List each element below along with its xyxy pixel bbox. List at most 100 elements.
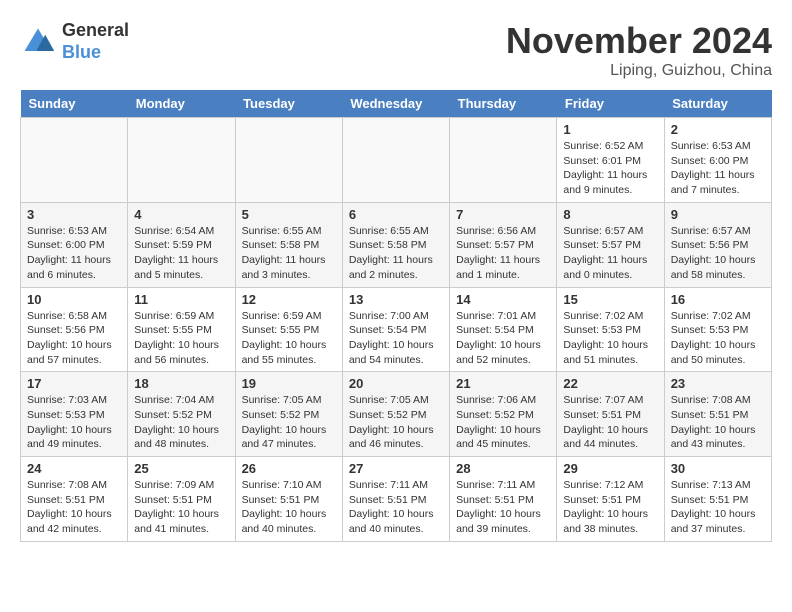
calendar-cell: 5 Sunrise: 6:55 AM Sunset: 5:58 PM Daylig… (235, 202, 342, 287)
day-number: 28 (456, 461, 550, 476)
day-info: Sunrise: 7:00 AM Sunset: 5:54 PM Dayligh… (349, 309, 443, 368)
day-number: 5 (242, 207, 336, 222)
day-info: Sunrise: 7:11 AM Sunset: 5:51 PM Dayligh… (456, 478, 550, 537)
calendar-cell: 30 Sunrise: 7:13 AM Sunset: 5:51 PM Dayli… (664, 457, 771, 542)
calendar-cell: 12 Sunrise: 6:59 AM Sunset: 5:55 PM Dayli… (235, 287, 342, 372)
day-number: 8 (563, 207, 657, 222)
calendar-cell: 4 Sunrise: 6:54 AM Sunset: 5:59 PM Daylig… (128, 202, 235, 287)
day-info: Sunrise: 7:13 AM Sunset: 5:51 PM Dayligh… (671, 478, 765, 537)
day-number: 20 (349, 376, 443, 391)
calendar-cell: 27 Sunrise: 7:11 AM Sunset: 5:51 PM Dayli… (342, 457, 449, 542)
day-info: Sunrise: 6:59 AM Sunset: 5:55 PM Dayligh… (242, 309, 336, 368)
calendar-cell: 18Sunrise: 7:04 AM Sunset: 5:52 PM Dayli… (128, 372, 235, 457)
day-info: Sunrise: 6:55 AM Sunset: 5:58 PM Dayligh… (242, 224, 336, 283)
calendar-cell: 6Sunrise: 6:55 AM Sunset: 5:58 PM Daylig… (342, 202, 449, 287)
col-header-saturday: Saturday (664, 90, 771, 118)
day-info: Sunrise: 6:59 AM Sunset: 5:55 PM Dayligh… (134, 309, 228, 368)
col-header-tuesday: Tuesday (235, 90, 342, 118)
day-number: 19 (242, 376, 336, 391)
day-number: 23 (671, 376, 765, 391)
day-info: Sunrise: 7:04 AM Sunset: 5:52 PM Dayligh… (134, 393, 228, 452)
col-header-thursday: Thursday (450, 90, 557, 118)
day-info: Sunrise: 7:05 AM Sunset: 5:52 PM Dayligh… (242, 393, 336, 452)
day-info: Sunrise: 6:54 AM Sunset: 5:59 PM Dayligh… (134, 224, 228, 283)
calendar-cell: 13 Sunrise: 7:00 AM Sunset: 5:54 PM Dayli… (342, 287, 449, 372)
location: Liping, Guizhou, China (506, 62, 772, 80)
calendar-cell: 3 Sunrise: 6:53 AM Sunset: 6:00 PM Daylig… (21, 202, 128, 287)
calendar-cell (450, 118, 557, 203)
day-number: 6 (349, 207, 443, 222)
day-info: Sunrise: 7:08 AM Sunset: 5:51 PM Dayligh… (671, 393, 765, 452)
day-info: Sunrise: 7:12 AM Sunset: 5:51 PM Dayligh… (563, 478, 657, 537)
day-number: 14 (456, 292, 550, 307)
page-header: General Blue November 2024 Liping, Guizh… (20, 20, 772, 80)
day-info: Sunrise: 6:56 AM Sunset: 5:57 PM Dayligh… (456, 224, 550, 283)
logo: General Blue (20, 20, 129, 63)
calendar-cell: 20Sunrise: 7:05 AM Sunset: 5:52 PM Dayli… (342, 372, 449, 457)
calendar-cell: 23 Sunrise: 7:08 AM Sunset: 5:51 PM Dayli… (664, 372, 771, 457)
calendar-cell: 16Sunrise: 7:02 AM Sunset: 5:53 PM Dayli… (664, 287, 771, 372)
day-number: 24 (27, 461, 121, 476)
week-row-3: 10 Sunrise: 6:58 AM Sunset: 5:56 PM Dayli… (21, 287, 772, 372)
day-number: 9 (671, 207, 765, 222)
day-number: 15 (563, 292, 657, 307)
calendar-table: SundayMondayTuesdayWednesdayThursdayFrid… (20, 90, 772, 542)
calendar-cell: 19 Sunrise: 7:05 AM Sunset: 5:52 PM Dayli… (235, 372, 342, 457)
col-header-wednesday: Wednesday (342, 90, 449, 118)
day-number: 12 (242, 292, 336, 307)
calendar-cell (21, 118, 128, 203)
day-info: Sunrise: 6:53 AM Sunset: 6:00 PM Dayligh… (671, 139, 765, 198)
day-number: 10 (27, 292, 121, 307)
col-header-friday: Friday (557, 90, 664, 118)
day-number: 29 (563, 461, 657, 476)
day-number: 3 (27, 207, 121, 222)
day-info: Sunrise: 7:06 AM Sunset: 5:52 PM Dayligh… (456, 393, 550, 452)
calendar-cell: 7 Sunrise: 6:56 AM Sunset: 5:57 PM Daylig… (450, 202, 557, 287)
day-number: 2 (671, 122, 765, 137)
day-number: 22 (563, 376, 657, 391)
calendar-cell: 15 Sunrise: 7:02 AM Sunset: 5:53 PM Dayli… (557, 287, 664, 372)
day-info: Sunrise: 6:57 AM Sunset: 5:56 PM Dayligh… (671, 224, 765, 283)
day-number: 26 (242, 461, 336, 476)
day-number: 4 (134, 207, 228, 222)
month-title: November 2024 (506, 20, 772, 62)
calendar-cell: 22 Sunrise: 7:07 AM Sunset: 5:51 PM Dayli… (557, 372, 664, 457)
calendar-cell: 21Sunrise: 7:06 AM Sunset: 5:52 PM Dayli… (450, 372, 557, 457)
calendar-cell (342, 118, 449, 203)
calendar-cell: 29 Sunrise: 7:12 AM Sunset: 5:51 PM Dayli… (557, 457, 664, 542)
calendar-cell: 25 Sunrise: 7:09 AM Sunset: 5:51 PM Dayli… (128, 457, 235, 542)
day-number: 30 (671, 461, 765, 476)
day-info: Sunrise: 7:02 AM Sunset: 5:53 PM Dayligh… (671, 309, 765, 368)
calendar-cell (235, 118, 342, 203)
calendar-cell: 1 Sunrise: 6:52 AM Sunset: 6:01 PM Daylig… (557, 118, 664, 203)
calendar-cell: 11 Sunrise: 6:59 AM Sunset: 5:55 PM Dayli… (128, 287, 235, 372)
day-number: 25 (134, 461, 228, 476)
calendar-cell (128, 118, 235, 203)
day-info: Sunrise: 6:52 AM Sunset: 6:01 PM Dayligh… (563, 139, 657, 198)
week-row-2: 3 Sunrise: 6:53 AM Sunset: 6:00 PM Daylig… (21, 202, 772, 287)
day-info: Sunrise: 6:57 AM Sunset: 5:57 PM Dayligh… (563, 224, 657, 283)
day-number: 1 (563, 122, 657, 137)
day-number: 27 (349, 461, 443, 476)
day-info: Sunrise: 7:08 AM Sunset: 5:51 PM Dayligh… (27, 478, 121, 537)
title-block: November 2024 Liping, Guizhou, China (506, 20, 772, 80)
day-info: Sunrise: 7:09 AM Sunset: 5:51 PM Dayligh… (134, 478, 228, 537)
day-info: Sunrise: 7:11 AM Sunset: 5:51 PM Dayligh… (349, 478, 443, 537)
calendar-cell: 10 Sunrise: 6:58 AM Sunset: 5:56 PM Dayli… (21, 287, 128, 372)
col-header-sunday: Sunday (21, 90, 128, 118)
day-info: Sunrise: 7:03 AM Sunset: 5:53 PM Dayligh… (27, 393, 121, 452)
calendar-header-row: SundayMondayTuesdayWednesdayThursdayFrid… (21, 90, 772, 118)
logo-text: General Blue (62, 20, 129, 63)
week-row-1: 1 Sunrise: 6:52 AM Sunset: 6:01 PM Daylig… (21, 118, 772, 203)
day-number: 13 (349, 292, 443, 307)
calendar-cell: 24 Sunrise: 7:08 AM Sunset: 5:51 PM Dayli… (21, 457, 128, 542)
day-number: 11 (134, 292, 228, 307)
col-header-monday: Monday (128, 90, 235, 118)
day-info: Sunrise: 6:53 AM Sunset: 6:00 PM Dayligh… (27, 224, 121, 283)
day-info: Sunrise: 7:07 AM Sunset: 5:51 PM Dayligh… (563, 393, 657, 452)
day-info: Sunrise: 6:58 AM Sunset: 5:56 PM Dayligh… (27, 309, 121, 368)
week-row-5: 24 Sunrise: 7:08 AM Sunset: 5:51 PM Dayli… (21, 457, 772, 542)
day-info: Sunrise: 7:02 AM Sunset: 5:53 PM Dayligh… (563, 309, 657, 368)
day-number: 17 (27, 376, 121, 391)
day-number: 7 (456, 207, 550, 222)
